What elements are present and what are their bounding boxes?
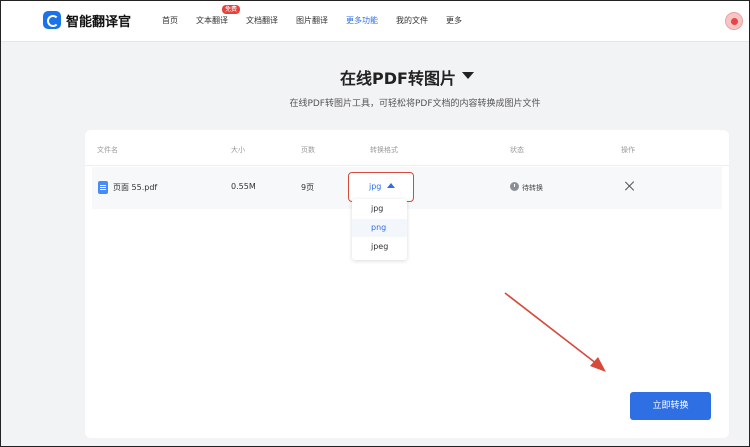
format-option-jpg[interactable]: jpg xyxy=(352,200,407,218)
clock-icon xyxy=(510,182,519,191)
page-title[interactable]: 在线PDF转图片 xyxy=(340,65,456,89)
user-avatar[interactable] xyxy=(725,12,743,30)
nav-text-translate[interactable]: 文本翻译 xyxy=(196,15,228,26)
column-header-pages: 页数 xyxy=(301,146,315,154)
nav-more[interactable]: 更多 xyxy=(446,15,462,26)
nav-more-features[interactable]: 更多功能 xyxy=(346,15,378,26)
page-subtitle: 在线PDF转图片工具，可轻松将PDF文档的内容转换成图片文件 xyxy=(289,99,541,109)
brand-name[interactable]: 智能翻译官 xyxy=(66,11,131,30)
column-header-status: 状态 xyxy=(510,146,524,154)
column-header-filename: 文件名 xyxy=(97,146,118,154)
column-header-size: 大小 xyxy=(231,146,245,154)
title-dropdown-caret-icon[interactable] xyxy=(462,72,474,79)
header-divider xyxy=(85,165,729,166)
nav-home[interactable]: 首页 xyxy=(162,15,178,26)
format-option-jpeg[interactable]: jpeg xyxy=(352,238,407,256)
column-header-actions: 操作 xyxy=(621,146,635,154)
file-size: 0.55M xyxy=(231,182,256,191)
chevron-up-icon xyxy=(387,183,395,188)
document-file-icon xyxy=(98,181,108,194)
nav-document-translate[interactable]: 文档翻译 xyxy=(246,15,278,26)
nav-my-files[interactable]: 我的文件 xyxy=(396,15,428,26)
app-logo-icon[interactable] xyxy=(43,11,61,29)
format-select-value: jpg xyxy=(369,182,382,191)
close-icon[interactable] xyxy=(624,180,636,192)
free-badge: 免费 xyxy=(222,5,241,14)
page-count: 9页 xyxy=(301,183,315,192)
format-option-png[interactable]: png xyxy=(352,219,407,237)
convert-now-button[interactable]: 立即转换 xyxy=(630,392,711,420)
file-name: 页面 55.pdf xyxy=(113,183,158,192)
nav-image-translate[interactable]: 图片翻译 xyxy=(296,15,328,26)
column-header-format: 转换格式 xyxy=(370,146,398,154)
status-text: 待转换 xyxy=(522,184,543,192)
